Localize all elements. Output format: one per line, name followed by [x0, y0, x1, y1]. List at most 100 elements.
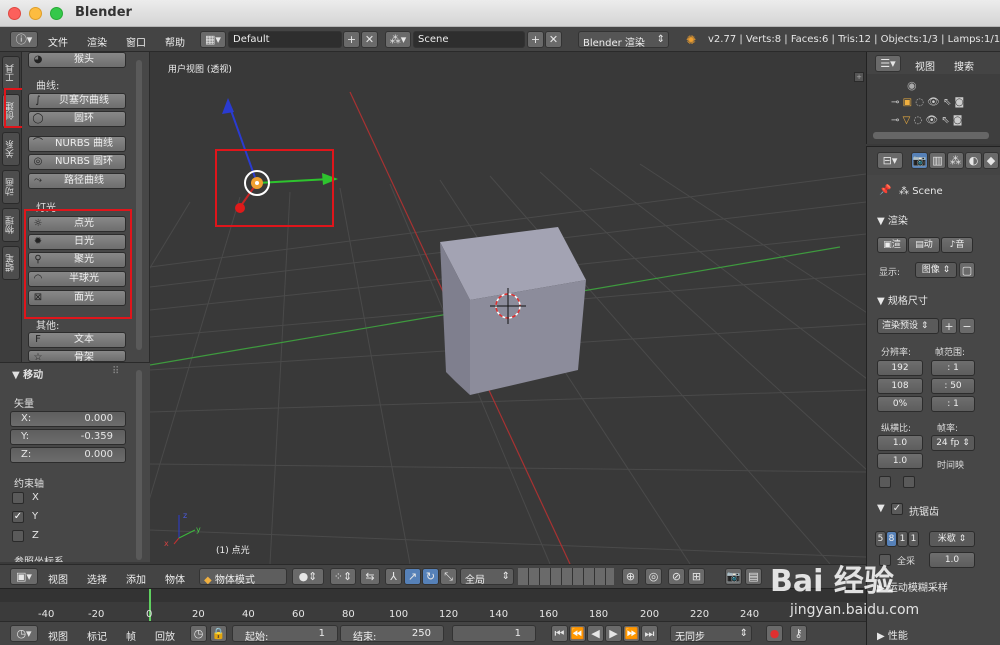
- add-bezier-button[interactable]: ∫ 贝塞尔曲线: [28, 93, 126, 109]
- render-still-button[interactable]: ▣渲: [877, 237, 907, 253]
- jump-start-icon[interactable]: ⏮: [551, 625, 568, 642]
- properties-toggle-icon[interactable]: +: [854, 72, 864, 82]
- add-armature-button[interactable]: ☆ 骨架: [28, 350, 126, 362]
- transform-orientation-select[interactable]: 全局 ⇕: [460, 568, 514, 585]
- operator-title[interactable]: ▼ 移动: [12, 366, 43, 381]
- 3d-menu-add[interactable]: 添加: [126, 571, 146, 586]
- viewport-shading-icon[interactable]: ●⇕: [292, 568, 324, 585]
- lamp-row[interactable]: ⊸ ▽ ◌ 👁 ⇖ ◙: [891, 115, 962, 126]
- display-select[interactable]: 图像 ⇕: [915, 262, 957, 278]
- render-preset-select[interactable]: 渲染预设 ⇕: [877, 318, 939, 334]
- render-preview-icon[interactable]: 📷: [725, 568, 742, 585]
- play-icon[interactable]: ▶: [605, 625, 622, 642]
- start-frame-field[interactable]: 起始: 1: [232, 625, 338, 642]
- aa-checkbox[interactable]: ✓: [891, 503, 903, 515]
- scale-icon[interactable]: ⤡: [440, 568, 457, 585]
- aspect-y-field[interactable]: 1.0: [877, 453, 923, 469]
- play-reverse-icon[interactable]: ◀: [587, 625, 604, 642]
- menu-file[interactable]: 文件: [48, 34, 68, 49]
- sync-mode-select[interactable]: 无同步 ⇕: [670, 625, 752, 642]
- pin-icon[interactable]: 📌: [879, 185, 891, 196]
- aspect-x-field[interactable]: 1.0: [877, 435, 923, 451]
- proportional-edit-icon[interactable]: ◎: [645, 568, 662, 585]
- resolution-percent-field[interactable]: 0%: [877, 396, 923, 412]
- add-text-button[interactable]: F 文本: [28, 332, 126, 348]
- crop-checkbox[interactable]: [903, 476, 915, 488]
- move-z-field[interactable]: Z: 0.000: [10, 447, 126, 463]
- pivot-point-icon[interactable]: ⁘⇕: [330, 568, 356, 585]
- menu-render[interactable]: 渲染: [87, 34, 107, 49]
- layout-grid-icon[interactable]: ▦▾: [200, 31, 226, 48]
- tab-physics[interactable]: 物理: [2, 208, 20, 242]
- camera-row[interactable]: ⊸ ▣ ◌ 👁 ⇖ ◙: [891, 97, 964, 108]
- preview-range-icon[interactable]: ◷: [190, 625, 207, 642]
- properties-editor-type-icon[interactable]: ⊟▾: [877, 152, 903, 169]
- 3d-menu-view[interactable]: 视图: [48, 571, 68, 586]
- timeline-menu-frame[interactable]: 帧: [126, 628, 136, 643]
- render-audio-button[interactable]: ♪音: [941, 237, 973, 253]
- border-checkbox[interactable]: [879, 476, 891, 488]
- scene-icon[interactable]: ⁂▾: [385, 31, 411, 48]
- timeline-menu-playback[interactable]: 回放: [155, 628, 175, 643]
- aa-toggle-arrow[interactable]: ▼: [877, 503, 885, 514]
- layers-tab-icon[interactable]: ▥: [929, 152, 946, 169]
- add-path-button[interactable]: ⤳ 路径曲线: [28, 173, 126, 189]
- manipulator-toggle-icon[interactable]: ⇆: [360, 568, 380, 585]
- zoom-window-button[interactable]: [50, 7, 63, 20]
- constraint-z-checkbox[interactable]: [12, 530, 24, 542]
- menu-help[interactable]: 帮助: [165, 34, 185, 49]
- translate-icon[interactable]: ↗: [404, 568, 421, 585]
- frame-rate-select[interactable]: 24 fp ⇕: [931, 435, 975, 451]
- object-tab-icon[interactable]: ◆: [983, 152, 999, 169]
- constraint-y-checkbox[interactable]: ✓: [12, 511, 24, 523]
- operator-scrollbar[interactable]: [136, 370, 142, 560]
- add-nurbs-circle-button[interactable]: ◎ NURBS 圆环: [28, 154, 126, 170]
- add-layout-button[interactable]: +: [343, 31, 360, 48]
- tab-relations[interactable]: 关系: [2, 132, 20, 166]
- render-tab-icon[interactable]: 📷: [911, 152, 928, 169]
- prev-keyframe-icon[interactable]: ⏪: [569, 625, 586, 642]
- aa-filter-select[interactable]: 米歇 ⇕: [929, 531, 975, 547]
- render-animation-icon[interactable]: ▤: [745, 568, 762, 585]
- scene-tab-icon[interactable]: ⁂: [947, 152, 964, 169]
- add-preset-button[interactable]: +: [941, 318, 957, 334]
- interaction-mode-select[interactable]: ◆ 物体模式: [199, 568, 287, 585]
- menu-window[interactable]: 窗口: [126, 34, 146, 49]
- timeline-editor-type-icon[interactable]: ◷▾: [10, 625, 38, 642]
- aa-samples-11[interactable]: 1: [897, 531, 908, 547]
- render-panel-title[interactable]: ▼ 渲染: [877, 212, 908, 227]
- remove-layout-button[interactable]: ✕: [361, 31, 378, 48]
- layer-buttons[interactable]: [518, 568, 614, 585]
- move-y-field[interactable]: Y: -0.359: [10, 429, 126, 445]
- frame-step-field[interactable]: : 1: [931, 396, 975, 412]
- end-frame-field[interactable]: 结束: 250: [340, 625, 444, 642]
- manipulator-icon[interactable]: ⅄: [385, 568, 402, 585]
- rotate-icon[interactable]: ↻: [422, 568, 439, 585]
- 3d-viewport[interactable]: z y x 用户视图 (透视) (1) 点光 +: [150, 52, 866, 564]
- next-keyframe-icon[interactable]: ⏩: [623, 625, 640, 642]
- aa-samples-5[interactable]: 5: [875, 531, 886, 547]
- render-engine-select[interactable]: Blender 渲染 ⇕: [578, 31, 669, 48]
- tab-tools[interactable]: 工具: [2, 56, 20, 90]
- jump-end-icon[interactable]: ⏭: [641, 625, 658, 642]
- toolshelf-scrollbar[interactable]: [136, 60, 142, 350]
- layout-name-field[interactable]: Default: [228, 31, 342, 48]
- snap-element-icon[interactable]: ⊞: [688, 568, 705, 585]
- add-scene-button[interactable]: +: [527, 31, 544, 48]
- resolution-x-field[interactable]: 192: [877, 360, 923, 376]
- outliner-editor-type-icon[interactable]: ☰▾: [875, 55, 901, 72]
- add-monkey-button[interactable]: ◕ 猴头: [28, 52, 126, 68]
- frame-end-field[interactable]: : 50: [931, 378, 975, 394]
- outliner-scrollbar[interactable]: [873, 132, 989, 139]
- add-circle-curve-button[interactable]: ◯ 圆环: [28, 111, 126, 127]
- move-x-field[interactable]: X: 0.000: [10, 411, 126, 427]
- 3d-editor-type-icon[interactable]: ▣▾: [10, 568, 38, 585]
- dimensions-panel-title[interactable]: ▼ 规格尺寸: [877, 292, 928, 307]
- tab-animation[interactable]: 动画: [2, 170, 20, 204]
- minimize-window-button[interactable]: [29, 7, 42, 20]
- info-editor-type-icon[interactable]: ⓘ▾: [10, 31, 38, 48]
- timeline-ruler[interactable]: -40 -20 0 20 40 60 80 100 120 140 160 18…: [0, 588, 866, 622]
- keying-set-icon[interactable]: ⚷: [790, 625, 807, 642]
- aa-samples-16[interactable]: 1: [908, 531, 919, 547]
- timeline-menu-view[interactable]: 视图: [48, 628, 68, 643]
